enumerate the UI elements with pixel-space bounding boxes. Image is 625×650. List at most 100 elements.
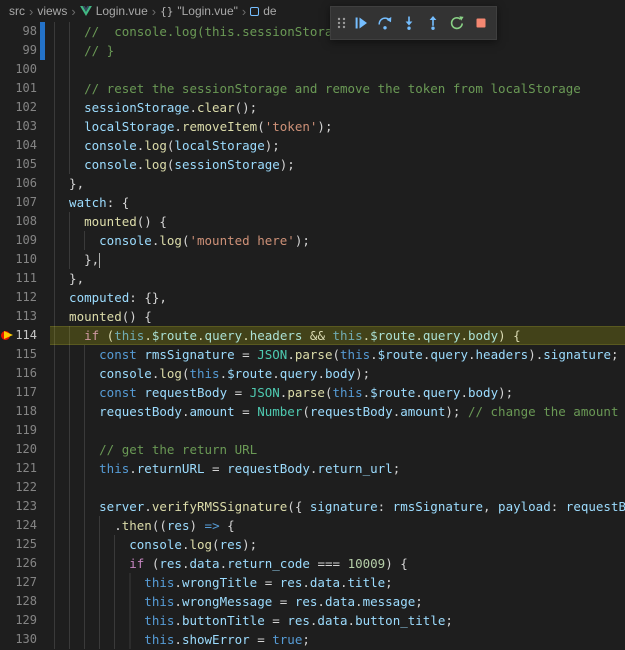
breakpoint-margin[interactable] [0, 554, 13, 573]
line-number[interactable]: 115 [13, 345, 37, 364]
code-line-111[interactable]: 111}, [0, 269, 625, 288]
line-number[interactable]: 110 [13, 250, 37, 269]
breakpoint-margin[interactable] [0, 22, 13, 41]
breakpoint-margin[interactable] [0, 136, 13, 155]
code-text[interactable]: }, [45, 269, 625, 288]
line-number[interactable]: 102 [13, 98, 37, 117]
code-text[interactable]: if (this.$route.query.headers && this.$r… [45, 326, 625, 345]
code-text[interactable]: watch: { [45, 193, 625, 212]
code-text[interactable]: requestBody.amount = Number(requestBody.… [45, 402, 625, 421]
code-text[interactable]: const requestBody = JSON.parse(this.$rou… [45, 383, 625, 402]
code-line-108[interactable]: 108 mounted() { [0, 212, 625, 231]
line-number[interactable]: 106 [13, 174, 37, 193]
debug-continue-button[interactable] [349, 9, 373, 37]
line-number[interactable]: 122 [13, 478, 37, 497]
code-text[interactable]: localStorage.removeItem('token'); [45, 117, 625, 136]
line-number[interactable]: 121 [13, 459, 37, 478]
line-number[interactable]: 119 [13, 421, 37, 440]
code-text[interactable]: const rmsSignature = JSON.parse(this.$ro… [45, 345, 625, 364]
code-line-127[interactable]: 127 this.wrongTitle = res.data.title; [0, 573, 625, 592]
code-line-128[interactable]: 128this.wrongMessage = res.data.message; [0, 592, 625, 611]
code-text[interactable]: console.log(res); [45, 535, 625, 554]
code-text[interactable]: this.buttonTitle = res.data.button_title… [45, 611, 625, 630]
code-text[interactable]: // reset the sessionStorage and remove t… [45, 79, 625, 98]
code-line-109[interactable]: 109console.log('mounted here'); [0, 231, 625, 250]
debug-restart-button[interactable] [445, 9, 469, 37]
breakpoint-margin[interactable] [0, 79, 13, 98]
code-line-129[interactable]: 129 this.buttonTitle = res.data.button_ti… [0, 611, 625, 630]
code-line-106[interactable]: 106}, [0, 174, 625, 193]
breakpoint-margin[interactable] [0, 478, 13, 497]
code-line-105[interactable]: 105console.log(sessionStorage); [0, 155, 625, 174]
code-text[interactable]: console.log(this.$route.query.body); [45, 364, 625, 383]
code-line-119[interactable]: 119 [0, 421, 625, 440]
code-line-114[interactable]: 114if (this.$route.query.headers && this… [0, 326, 625, 345]
code-text[interactable]: this.wrongTitle = res.data.title; [45, 573, 625, 592]
breakpoint-margin[interactable] [0, 269, 13, 288]
code-text[interactable]: mounted() { [45, 212, 625, 231]
line-number[interactable]: 98 [13, 22, 37, 41]
line-number[interactable]: 118 [13, 402, 37, 421]
code-line-103[interactable]: 103localStorage.removeItem('token'); [0, 117, 625, 136]
breakpoint-margin[interactable] [0, 364, 13, 383]
breakpoint-margin[interactable] [0, 193, 13, 212]
code-line-121[interactable]: 121 this.returnURL = requestBody.return_u… [0, 459, 625, 478]
breakpoint-margin[interactable] [0, 592, 13, 611]
line-number[interactable]: 120 [13, 440, 37, 459]
code-line-104[interactable]: 104console.log(localStorage); [0, 136, 625, 155]
code-line-101[interactable]: 101 // reset the sessionStorage and remov… [0, 79, 625, 98]
code-line-120[interactable]: 120// get the return URL [0, 440, 625, 459]
breakpoint-margin[interactable] [0, 421, 13, 440]
breakpoint-margin[interactable] [0, 174, 13, 193]
code-line-123[interactable]: 123 server.verifyRMSSignature({ signature… [0, 497, 625, 516]
code-line-107[interactable]: 107 watch: { [0, 193, 625, 212]
code-text[interactable]: console.log(localStorage); [45, 136, 625, 155]
code-text[interactable] [45, 60, 625, 79]
code-line-115[interactable]: 115 const rmsSignature = JSON.parse(this.… [0, 345, 625, 364]
code-text[interactable]: }, [45, 250, 625, 269]
breakpoint-margin[interactable] [0, 250, 13, 269]
breakpoint-margin[interactable] [0, 611, 13, 630]
code-line-117[interactable]: 117 const requestBody = JSON.parse(this.$… [0, 383, 625, 402]
code-line-98[interactable]: 98// console.log(this.sessionStorage); [0, 22, 625, 41]
line-number[interactable]: 117 [13, 383, 37, 402]
breakpoint-margin[interactable] [0, 535, 13, 554]
breakpoint-margin[interactable] [0, 497, 13, 516]
line-number[interactable]: 111 [13, 269, 37, 288]
line-number[interactable]: 129 [13, 611, 37, 630]
breakpoint-margin[interactable] [0, 573, 13, 592]
breakpoint-margin[interactable] [0, 459, 13, 478]
line-number[interactable]: 123 [13, 497, 37, 516]
breakpoint-margin[interactable] [0, 307, 13, 326]
code-text[interactable]: this.showError = true; [45, 630, 625, 649]
line-number[interactable]: 113 [13, 307, 37, 326]
line-number[interactable]: 107 [13, 193, 37, 212]
code-text[interactable]: // } [45, 41, 625, 60]
code-line-110[interactable]: 110}, [0, 250, 625, 269]
code-line-126[interactable]: 126if (res.data.return_code === 10009) { [0, 554, 625, 573]
breadcrumb-item-views[interactable]: views [37, 4, 67, 18]
code-line-113[interactable]: 113 mounted() { [0, 307, 625, 326]
line-number[interactable]: 99 [13, 41, 37, 60]
breakpoint-margin[interactable] [0, 402, 13, 421]
code-text[interactable]: mounted() { [45, 307, 625, 326]
line-number[interactable]: 101 [13, 79, 37, 98]
line-number[interactable]: 108 [13, 212, 37, 231]
breakpoint-margin[interactable] [0, 98, 13, 117]
breadcrumb-item-object[interactable]: {} "Login.vue" [160, 4, 238, 18]
code-line-125[interactable]: 125console.log(res); [0, 535, 625, 554]
breadcrumb-item-default[interactable]: de [250, 4, 276, 18]
line-number[interactable]: 127 [13, 573, 37, 592]
code-editor[interactable]: 98// console.log(this.sessionStorage);99… [0, 22, 625, 650]
line-number[interactable]: 126 [13, 554, 37, 573]
code-text[interactable] [45, 421, 625, 440]
code-text[interactable]: sessionStorage.clear(); [45, 98, 625, 117]
toolbar-drag-handle-icon[interactable] [334, 9, 349, 37]
breakpoint-margin[interactable] [0, 288, 13, 307]
code-text[interactable]: this.returnURL = requestBody.return_url; [45, 459, 625, 478]
breadcrumb-item-file[interactable]: Login.vue [80, 4, 148, 18]
code-text[interactable]: server.verifyRMSSignature({ signature: r… [45, 497, 625, 516]
line-number[interactable]: 109 [13, 231, 37, 250]
line-number[interactable]: 130 [13, 630, 37, 649]
breakpoint-margin[interactable] [0, 155, 13, 174]
